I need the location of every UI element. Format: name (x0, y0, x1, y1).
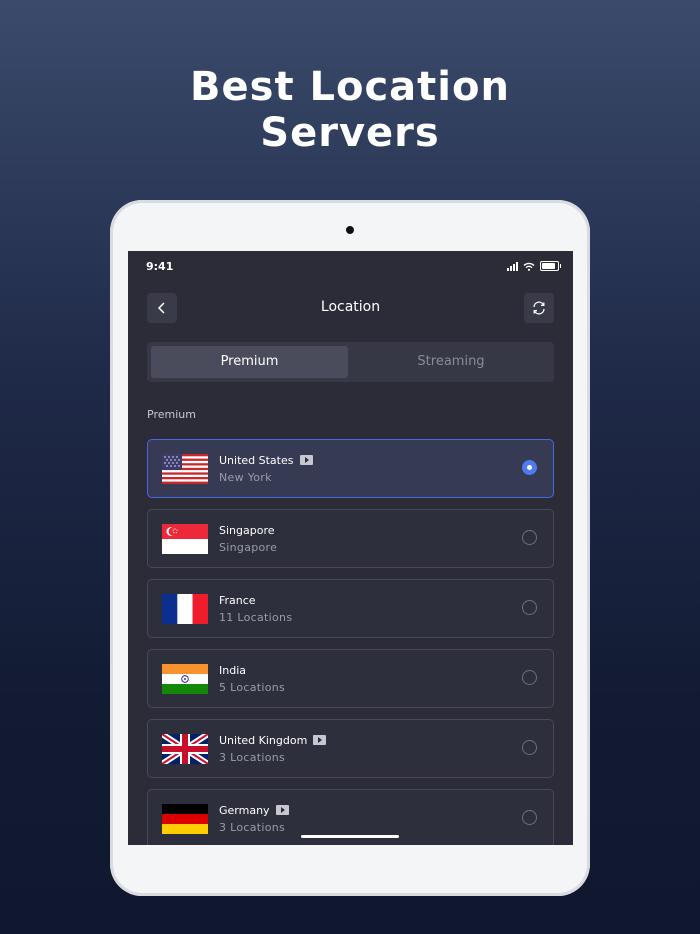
battery-icon (540, 261, 561, 271)
tab-premium[interactable]: Premium (151, 346, 348, 378)
radio-unselected[interactable] (522, 810, 537, 825)
page-title: Location (320, 299, 381, 315)
headline-line-2: Servers (260, 110, 440, 156)
home-indicator (301, 835, 399, 838)
server-row-united-states[interactable]: United States New York (147, 439, 554, 498)
country-name: Germany (219, 804, 289, 817)
server-detail: Singapore (219, 541, 278, 554)
server-row-united-kingdom[interactable]: United Kingdom 3 Locations (147, 719, 554, 778)
status-time: 9:41 (146, 260, 174, 273)
country-name: India (219, 664, 246, 677)
us-flag-icon (162, 454, 208, 484)
streaming-icon (299, 455, 313, 465)
cellular-signal-icon (507, 261, 518, 271)
headline: Best Location Servers (0, 64, 700, 156)
server-row-india[interactable]: India 5 Locations (147, 649, 554, 708)
uk-flag-icon (162, 734, 208, 764)
app-screen: 9:41 Location Premium Streaming Premium (128, 251, 573, 845)
country-name: United States (219, 454, 313, 467)
wifi-icon (523, 262, 535, 271)
server-detail: New York (219, 471, 272, 484)
server-row-france[interactable]: France 11 Locations (147, 579, 554, 638)
server-detail: 5 Locations (219, 681, 286, 694)
in-flag-icon (162, 664, 208, 694)
server-detail: 3 Locations (219, 751, 286, 764)
country-name: Singapore (219, 524, 275, 537)
country-name: France (219, 594, 256, 607)
radio-unselected[interactable] (522, 530, 537, 545)
tab-streaming[interactable]: Streaming (352, 346, 550, 378)
headline-line-1: Best Location (190, 64, 510, 110)
refresh-button[interactable] (524, 293, 554, 323)
radio-unselected[interactable] (522, 670, 537, 685)
radio-selected[interactable] (522, 460, 537, 475)
server-detail: 11 Locations (219, 611, 293, 624)
camera-dot (346, 226, 354, 234)
refresh-icon (533, 301, 545, 315)
server-type-tabs: Premium Streaming (147, 342, 554, 382)
status-icons (507, 261, 561, 271)
radio-unselected[interactable] (522, 740, 537, 755)
de-flag-icon (162, 804, 208, 834)
radio-unselected[interactable] (522, 600, 537, 615)
sg-flag-icon (162, 524, 208, 554)
status-bar: 9:41 (128, 251, 573, 281)
fr-flag-icon (162, 594, 208, 624)
server-row-singapore[interactable]: Singapore Singapore (147, 509, 554, 568)
streaming-icon (275, 805, 289, 815)
server-detail: 3 Locations (219, 821, 286, 834)
streaming-icon (313, 735, 327, 745)
country-name: United Kingdom (219, 734, 327, 747)
section-label: Premium (147, 408, 196, 421)
